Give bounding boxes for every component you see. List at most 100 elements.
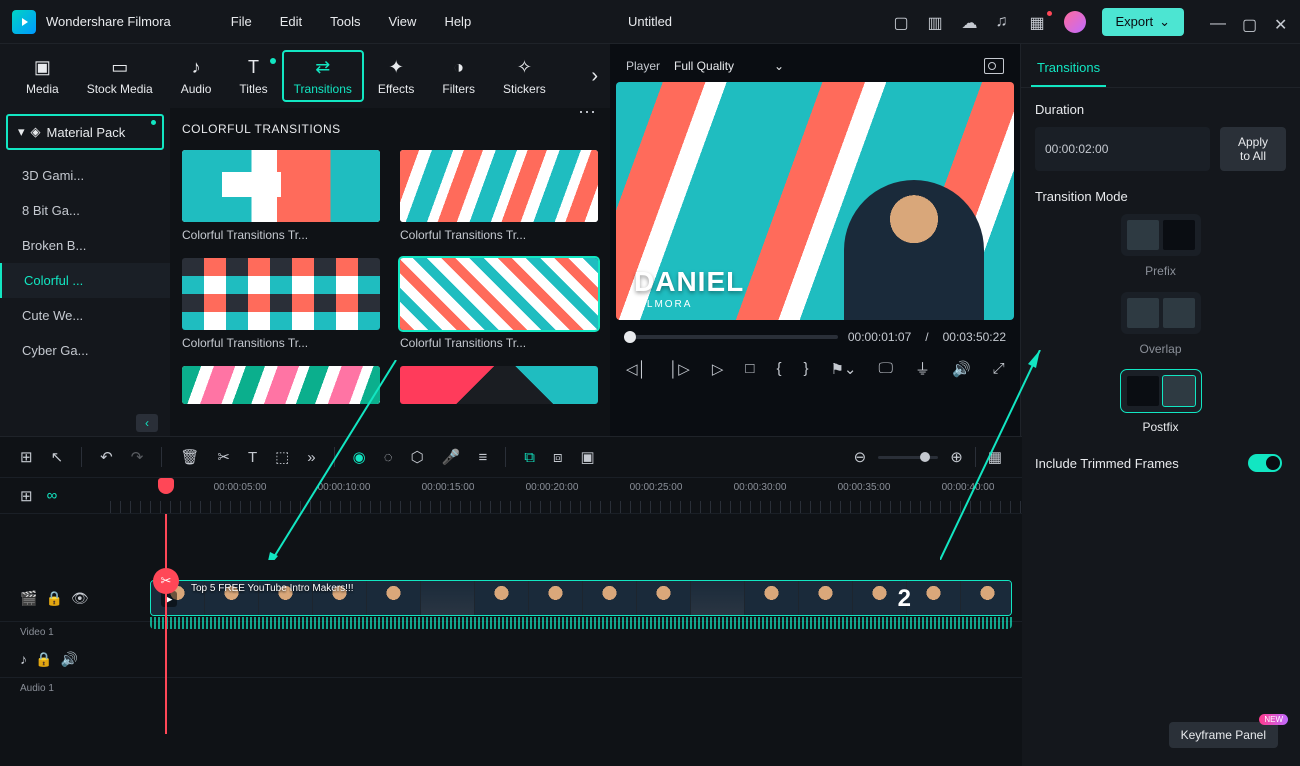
tab-titles[interactable]: TTitles: [225, 56, 281, 96]
zoom-slider[interactable]: [878, 456, 938, 459]
mute-icon[interactable]: 🔊: [60, 651, 77, 668]
transition-card[interactable]: [182, 366, 380, 404]
tabs-scroll-right[interactable]: ›: [591, 65, 598, 88]
shield-tool[interactable]: ⬡: [411, 448, 424, 466]
lock-icon[interactable]: 🔒: [45, 590, 62, 607]
track-add-icon[interactable]: ⊞: [20, 487, 33, 505]
audio-track-icon: ♪: [20, 651, 27, 668]
cut-tool[interactable]: ✂: [217, 448, 230, 466]
crop-tool[interactable]: ⬚: [275, 448, 289, 466]
transition-card[interactable]: Colorful Transitions Tr...: [182, 258, 380, 350]
video-clip[interactable]: ▶ Top 5 FREE YouTube Intro Makers!!! 2: [150, 580, 1012, 616]
mark-in-button[interactable]: {: [776, 360, 781, 377]
undo-button[interactable]: ↶: [100, 448, 113, 466]
ai-tool[interactable]: ◉: [353, 448, 366, 466]
more-tools[interactable]: »: [307, 449, 315, 466]
document-title: Untitled: [628, 14, 672, 29]
play-button[interactable]: ▷: [712, 360, 724, 378]
chevron-down-icon: ⌄: [1159, 14, 1170, 30]
tab-media[interactable]: ▣Media: [12, 56, 73, 96]
duration-label: Duration: [1035, 102, 1286, 117]
menu-view[interactable]: View: [388, 14, 416, 29]
user-avatar[interactable]: [1064, 11, 1086, 33]
tab-stickers[interactable]: ✧Stickers: [489, 56, 560, 96]
display-icon[interactable]: 🖵: [879, 360, 893, 377]
next-frame-button[interactable]: │▷: [669, 360, 690, 378]
zoom-in-button[interactable]: ⊕: [950, 448, 963, 466]
sidebar-collapse[interactable]: ‹: [136, 414, 158, 432]
select-tool[interactable]: ⊞: [20, 448, 33, 466]
sidebar-item-active[interactable]: Colorful ...: [0, 263, 170, 298]
seek-slider[interactable]: [624, 335, 838, 339]
stop-button[interactable]: □: [745, 360, 754, 377]
maximize-button[interactable]: ▢: [1242, 15, 1256, 29]
tab-filters[interactable]: ◑Filters: [428, 56, 489, 96]
duration-input[interactable]: [1035, 127, 1210, 171]
grid-more-icon[interactable]: ⋯: [578, 108, 596, 123]
tab-transitions[interactable]: ⇄Transitions: [282, 50, 364, 102]
menu-tools[interactable]: Tools: [330, 14, 360, 29]
mode-overlap[interactable]: [1121, 292, 1201, 334]
stickers-icon: ✧: [513, 56, 535, 78]
tab-effects[interactable]: ✦Effects: [364, 56, 428, 96]
scissors-icon[interactable]: ✂: [153, 568, 179, 594]
redo-button[interactable]: ↷: [131, 448, 144, 466]
audio-icon: ♪: [185, 56, 207, 78]
prev-frame-button[interactable]: ◁│: [626, 360, 647, 378]
sidebar-material-pack[interactable]: ▾ ◈ Material Pack: [6, 114, 164, 150]
tab-audio[interactable]: ♪Audio: [167, 56, 226, 96]
fullscreen-icon[interactable]: ⤢: [993, 360, 1005, 377]
tab-stock-media[interactable]: ▭Stock Media: [73, 56, 167, 96]
video-preview[interactable]: DANIEL FILMORA: [616, 82, 1014, 320]
menu-help[interactable]: Help: [444, 14, 471, 29]
transition-card-selected[interactable]: Colorful Transitions Tr...: [400, 258, 598, 350]
lock-icon[interactable]: 🔒: [35, 651, 52, 668]
view-options[interactable]: ▦: [988, 448, 1002, 466]
mark-out-button[interactable]: }: [803, 360, 808, 377]
cloud-icon[interactable]: ☁: [962, 13, 980, 31]
mixer-tool[interactable]: ≡: [478, 449, 487, 466]
apps-icon[interactable]: ▦: [1030, 13, 1048, 31]
track-link-icon[interactable]: ∞: [47, 487, 58, 504]
camera-icon[interactable]: ⏚: [915, 358, 930, 379]
playhead[interactable]: ✂: [165, 514, 167, 734]
sidebar-item[interactable]: 8 Bit Ga...: [0, 193, 170, 228]
mode-prefix[interactable]: [1121, 214, 1201, 256]
zoom-out-button[interactable]: ⊖: [854, 448, 867, 466]
mic-tool[interactable]: 🎤: [442, 448, 461, 466]
save-icon[interactable]: ▥: [928, 13, 946, 31]
marker-menu[interactable]: ⚑⌄: [830, 360, 856, 378]
trimmed-toggle[interactable]: [1248, 454, 1282, 472]
export-button[interactable]: Export⌄: [1102, 8, 1184, 36]
pointer-tool[interactable]: ↖: [51, 448, 64, 466]
transition-card[interactable]: [400, 366, 598, 404]
sidebar-item[interactable]: Cute We...: [0, 298, 170, 333]
text-tool[interactable]: T: [248, 449, 257, 466]
sidebar-item[interactable]: 3D Gami...: [0, 158, 170, 193]
menu-file[interactable]: File: [231, 14, 252, 29]
sidebar-item[interactable]: Broken B...: [0, 228, 170, 263]
delete-button[interactable]: 🗑: [180, 448, 199, 466]
mode-postfix-selected[interactable]: [1121, 370, 1201, 412]
quality-select[interactable]: Full Quality⌄: [674, 59, 784, 73]
apply-to-all-button[interactable]: Apply to All: [1220, 127, 1286, 171]
keyframe-panel-button[interactable]: Keyframe Panel NEW: [1169, 722, 1278, 748]
volume-icon[interactable]: 🔊: [952, 360, 971, 378]
color-tool[interactable]: ◌: [384, 449, 393, 466]
sidebar-item[interactable]: Cyber Ga...: [0, 333, 170, 368]
close-button[interactable]: ✕: [1274, 15, 1288, 29]
transition-card[interactable]: Colorful Transitions Tr...: [400, 150, 598, 242]
magnet-tool[interactable]: ⧉: [524, 449, 535, 466]
link-tool[interactable]: ⧈: [553, 449, 563, 466]
transition-card[interactable]: Colorful Transitions Tr...: [182, 150, 380, 242]
inspector-tab-transitions[interactable]: Transitions: [1031, 50, 1106, 87]
device-icon[interactable]: ▢: [894, 13, 912, 31]
trimmed-label: Include Trimmed Frames: [1035, 456, 1179, 471]
marker-tool[interactable]: ▣: [580, 448, 594, 466]
snapshot-icon[interactable]: [984, 58, 1004, 74]
minimize-button[interactable]: —: [1210, 15, 1224, 29]
menu-edit[interactable]: Edit: [280, 14, 302, 29]
transitions-icon: ⇄: [312, 56, 334, 78]
headset-icon[interactable]: ♫: [996, 13, 1014, 31]
visibility-icon[interactable]: 👁: [71, 590, 89, 607]
